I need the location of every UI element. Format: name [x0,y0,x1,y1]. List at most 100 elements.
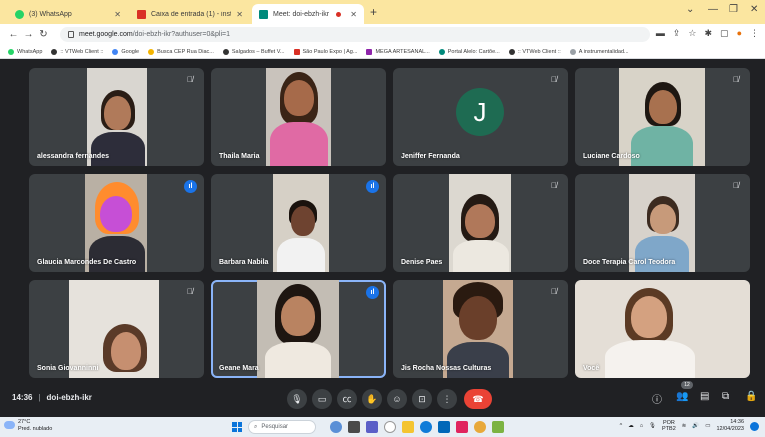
tab-whatsapp[interactable]: (3) WhatsApp ✕ [8,4,128,24]
participant-name: Barbara Nabila [219,259,269,266]
mic-off-icon: 🎙̸ [551,75,557,84]
camera-button[interactable]: ▭ [312,389,332,409]
onedrive-icon[interactable]: ☁ [628,423,634,429]
browser-tab-strip: (3) WhatsApp ✕ Caixa de entrada (1) - in… [0,0,765,24]
participant-tile[interactable]: 🎙̸ Sonia Giovanninni [29,280,204,378]
task-view-icon[interactable] [348,421,360,433]
participant-name: Denise Paes [401,259,443,266]
participant-tile[interactable]: ıl Glaucia Marcondes De Castro [29,174,204,272]
widgets-app-icon[interactable] [330,421,342,433]
taskbar-search-input[interactable]: ⌕ Pesquisar [248,420,316,434]
people-icon[interactable]: 👥 [676,391,688,402]
mic-off-icon: 🎙̸ [187,287,193,296]
new-tab-button[interactable]: + [370,5,377,19]
bookmark-label: MEGA ARTESANAL... [375,48,430,55]
bookmark-item[interactable]: São Paulo Expo | Ag... [293,48,357,55]
camera-indicator-icon[interactable]: ▬ [656,28,665,39]
menu-kebab-icon[interactable]: ⋮ [750,28,759,39]
raise-hand-button[interactable]: ✋ [362,389,382,409]
sidepanel-icon[interactable]: ▢ [720,28,729,39]
restore-icon[interactable]: ❐ [729,4,738,15]
emoji-reactions-button[interactable]: ☺ [387,389,407,409]
forward-arrow-icon[interactable]: → [21,29,36,40]
participant-tile[interactable]: ıl Barbara Nabila [211,174,386,272]
whatsapp-app-icon[interactable] [492,421,504,433]
tab-meet[interactable]: Meet: doi-ebzh-ikr ✕ [252,4,364,24]
bookmark-item[interactable]: WhatsApp [8,48,42,55]
participant-video [575,280,750,378]
minimize-icon[interactable]: — [708,4,718,15]
whatsapp-icon [8,48,14,55]
windows-taskbar: 27°C Pred. nublado ⌕ Pesquisar ^ ☁ ⌂ 🎙 P… [0,417,765,437]
search-icon: ⌕ [254,423,258,430]
battery-icon[interactable]: ▭ [705,423,710,429]
close-icon[interactable]: ✕ [236,10,243,19]
participant-name: Doce Terapia Carol Teodora [583,259,676,266]
tab-title: (3) WhatsApp [29,10,72,18]
notification-icon[interactable] [750,421,759,431]
participant-tile[interactable]: 🎙̸ Doce Terapia Carol Teodora [575,174,750,272]
participant-tile[interactable]: Você [575,280,750,378]
edge-browser-icon[interactable] [420,421,432,433]
participant-name: Jeniffer Fernanda [401,153,460,160]
windows-start-icon[interactable] [232,422,242,432]
captions-button[interactable]: ㏄ [337,389,357,409]
store-app-icon[interactable] [438,421,450,433]
bookmark-star-icon[interactable]: ☆ [688,28,696,39]
more-options-button[interactable]: ⋮ [437,389,457,409]
tab-search-chevron-icon[interactable]: ⌄ [686,4,694,15]
participant-name: Sonia Giovanninni [37,365,99,372]
bookmark-item[interactable]: :: VTWeb Client :: [508,48,561,55]
close-icon[interactable]: ✕ [114,10,121,19]
bookmark-item[interactable]: A instrumentalidad... [569,48,629,55]
url-input[interactable]: meet.google.com/doi-ebzh-ikr?authuser=0&… [60,27,650,42]
taskbar-clock[interactable]: 14:36 12/04/2023 [716,419,744,433]
activities-icon[interactable]: ⧉ [722,391,729,402]
mail-app-icon[interactable] [456,421,468,433]
meeting-info-icon[interactable]: ⓘ [652,391,662,406]
language-indicator[interactable]: POR PTB2 [662,420,676,432]
address-bar-row: ← → ↻ meet.google.com/doi-ebzh-ikr?authu… [0,24,765,45]
bookmark-item[interactable]: Busca CEP Rua Diac... [148,48,214,55]
wifi-icon[interactable]: ≋ [682,423,687,429]
participant-tile[interactable]: 🎙̸ Luciane Cardoso [575,68,750,166]
participant-tile[interactable]: J 🎙̸ Jeniffer Fernanda [393,68,568,166]
volume-icon[interactable]: 🔊 [692,423,699,429]
close-window-icon[interactable]: ✕ [750,4,758,15]
network-icon[interactable]: ⌂ [640,423,643,429]
bookmark-item[interactable]: Portal Alelo: Cartõe... [438,48,500,55]
participant-tile[interactable]: 🎙̸ Denise Paes [393,174,568,272]
participant-tile[interactable]: Thaila Maria [211,68,386,166]
bookmark-item[interactable]: :: VTWeb Client :: [51,48,103,55]
extensions-icon[interactable]: ✱ [705,28,713,39]
host-controls-icon[interactable]: 🔒 [745,391,757,402]
camera-app-icon[interactable] [384,421,396,433]
bookmark-item[interactable]: MEGA ARTESANAL... [366,48,430,55]
chevron-up-icon[interactable]: ^ [620,423,623,429]
close-icon[interactable]: ✕ [350,10,357,19]
participant-tile[interactable]: ıl Geane Mara [211,280,386,378]
chat-icon[interactable]: ▤ [700,391,709,402]
participant-name: Você [583,365,600,372]
profile-avatar-icon[interactable]: ● [737,28,742,39]
teams-app-icon[interactable] [366,421,378,433]
speaking-indicator-icon: ıl [366,286,379,299]
participant-tile[interactable]: 🎙̸ Jis Rocha Nossas Culturas [393,280,568,378]
chrome-browser-icon[interactable] [474,421,486,433]
participant-video [87,68,147,166]
bookmark-item[interactable]: Salgados – Buffet V... [222,48,285,55]
microphone-button[interactable]: 🎙 [287,389,307,409]
share-icon[interactable]: ⇪ [673,28,681,39]
participant-video [266,68,331,166]
file-explorer-icon[interactable] [402,421,414,433]
back-arrow-icon[interactable]: ← [6,29,21,40]
participant-tile[interactable]: 🎙̸ alessandra fernandes [29,68,204,166]
tab-gmail[interactable]: Caixa de entrada (1) - institutolo ✕ [130,4,250,24]
present-screen-button[interactable]: ⊡ [412,389,432,409]
microphone-tray-icon[interactable]: 🎙 [649,423,656,429]
leave-call-button[interactable]: ☎ [464,389,492,409]
weather-widget[interactable]: 27°C Pred. nublado [18,419,52,433]
bookmark-item[interactable]: Google [112,48,139,55]
avatar: J [456,88,504,136]
reload-icon[interactable]: ↻ [36,29,51,40]
